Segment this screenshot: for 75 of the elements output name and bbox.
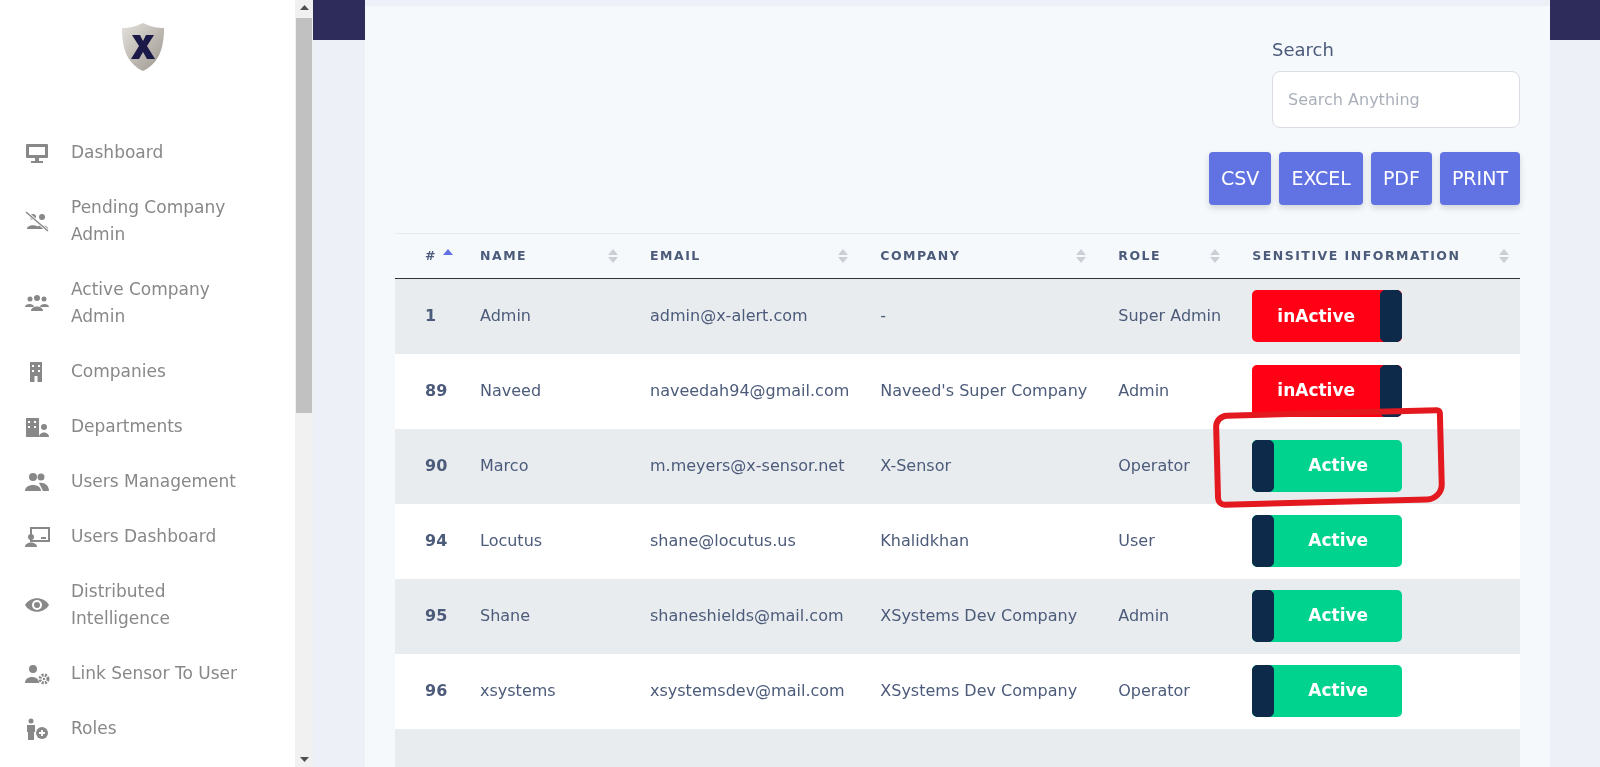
sort-icon[interactable]: [1209, 247, 1222, 265]
table-cell: 90: [425, 456, 448, 475]
table-cell: naveedah94@gmail.com: [650, 381, 850, 400]
export-button[interactable]: PDF: [1370, 152, 1432, 205]
sidebar-item[interactable]: Users Management: [71, 468, 251, 495]
status-toggle[interactable]: Active: [1252, 590, 1403, 642]
table-cell: Marco: [480, 456, 529, 475]
table-cell: m.meyers@x-sensor.net: [650, 456, 845, 475]
sidebar-item[interactable]: Roles: [71, 715, 251, 742]
header-bar: [1550, 0, 1600, 40]
status-toggle[interactable]: Active: [1252, 440, 1403, 492]
table-cell: Naveed: [480, 381, 542, 400]
status-toggle[interactable]: inActive: [1252, 365, 1403, 417]
table-cell: -: [880, 306, 887, 326]
monitor-icon: [24, 141, 50, 164]
table-cell: XSystems Dev Company: [880, 606, 1078, 625]
table-cell: 94: [425, 531, 448, 550]
table-cell: XSystems Dev Company: [880, 681, 1078, 700]
sort-icon[interactable]: [1498, 247, 1510, 265]
sort-icon[interactable]: [1075, 247, 1088, 265]
users-slash-icon: [24, 210, 50, 232]
sidebar-item[interactable]: Pending Company Admin: [71, 194, 251, 248]
table-cell: xsystems: [480, 681, 556, 700]
person-plus-icon: [24, 717, 50, 740]
header-bar: [313, 0, 365, 40]
user-board-icon: [24, 525, 50, 548]
table-cell: Admin: [1118, 606, 1170, 625]
status-toggle[interactable]: Active: [1252, 665, 1403, 717]
sidebar-item[interactable]: Active Company Admin: [71, 276, 251, 330]
column-header[interactable]: EMAIL: [650, 246, 701, 266]
sidebar-item[interactable]: Link Sensor To User: [71, 660, 251, 687]
table-cell: shaneshields@mail.com: [650, 606, 844, 625]
scrollbar-thumb[interactable]: [296, 18, 312, 413]
user-gear-icon: [24, 662, 50, 685]
users-group-icon: [24, 292, 50, 314]
status-toggle[interactable]: inActive: [1252, 290, 1403, 343]
table-cell: 96: [425, 681, 448, 700]
status-toggle[interactable]: Active: [1252, 515, 1403, 567]
table-cell: 89: [425, 381, 448, 400]
table-cell: User: [1118, 531, 1155, 550]
sidebar-item[interactable]: Departments: [71, 413, 251, 440]
column-header[interactable]: #: [425, 246, 437, 266]
table-cell: Operator: [1118, 456, 1190, 475]
table-cell: 95: [425, 606, 448, 625]
sidebar-item[interactable]: Dashboard: [71, 139, 251, 166]
table-cell: X-Sensor: [880, 456, 952, 475]
shield-logo-icon: [121, 22, 165, 72]
table-cell: Naveed's Super Company: [880, 381, 1088, 400]
users-icon: [24, 470, 50, 493]
table-cell: Admin: [1118, 381, 1170, 400]
table-cell: 1: [425, 306, 437, 326]
export-button[interactable]: EXCEL: [1279, 152, 1363, 205]
sort-icon[interactable]: [607, 247, 619, 265]
export-button[interactable]: PRINT: [1439, 152, 1520, 205]
table-cell: Locutus: [480, 531, 543, 550]
column-header[interactable]: NAME: [480, 246, 528, 266]
column-header[interactable]: COMPANY: [880, 246, 961, 266]
column-header[interactable]: ROLE: [1118, 246, 1161, 266]
table-cell: Operator: [1118, 681, 1190, 700]
search-label: Search: [1272, 38, 1335, 62]
table-cell: Super Admin: [1118, 306, 1222, 326]
column-header[interactable]: SENSITIVE INFORMATION: [1252, 246, 1461, 266]
sort-icon[interactable]: [837, 247, 850, 265]
table-cell: Shane: [480, 606, 531, 625]
table-cell: shane@locutus.us: [650, 531, 796, 550]
table-cell: Admin: [480, 306, 531, 326]
table-cell: admin@x-alert.com: [650, 306, 808, 326]
table-cell: Khalidkhan: [880, 531, 970, 550]
building-user-icon: [24, 415, 50, 438]
sidebar-item[interactable]: Distributed Intelligence: [71, 578, 251, 632]
table-cell: xsystemsdev@mail.com: [650, 681, 845, 700]
export-button[interactable]: CSV: [1209, 152, 1272, 205]
search-field[interactable]: Search Anything: [1272, 71, 1520, 128]
sidebar-item[interactable]: Companies: [71, 358, 251, 385]
sidebar-item[interactable]: Users Dashboard: [71, 523, 251, 550]
